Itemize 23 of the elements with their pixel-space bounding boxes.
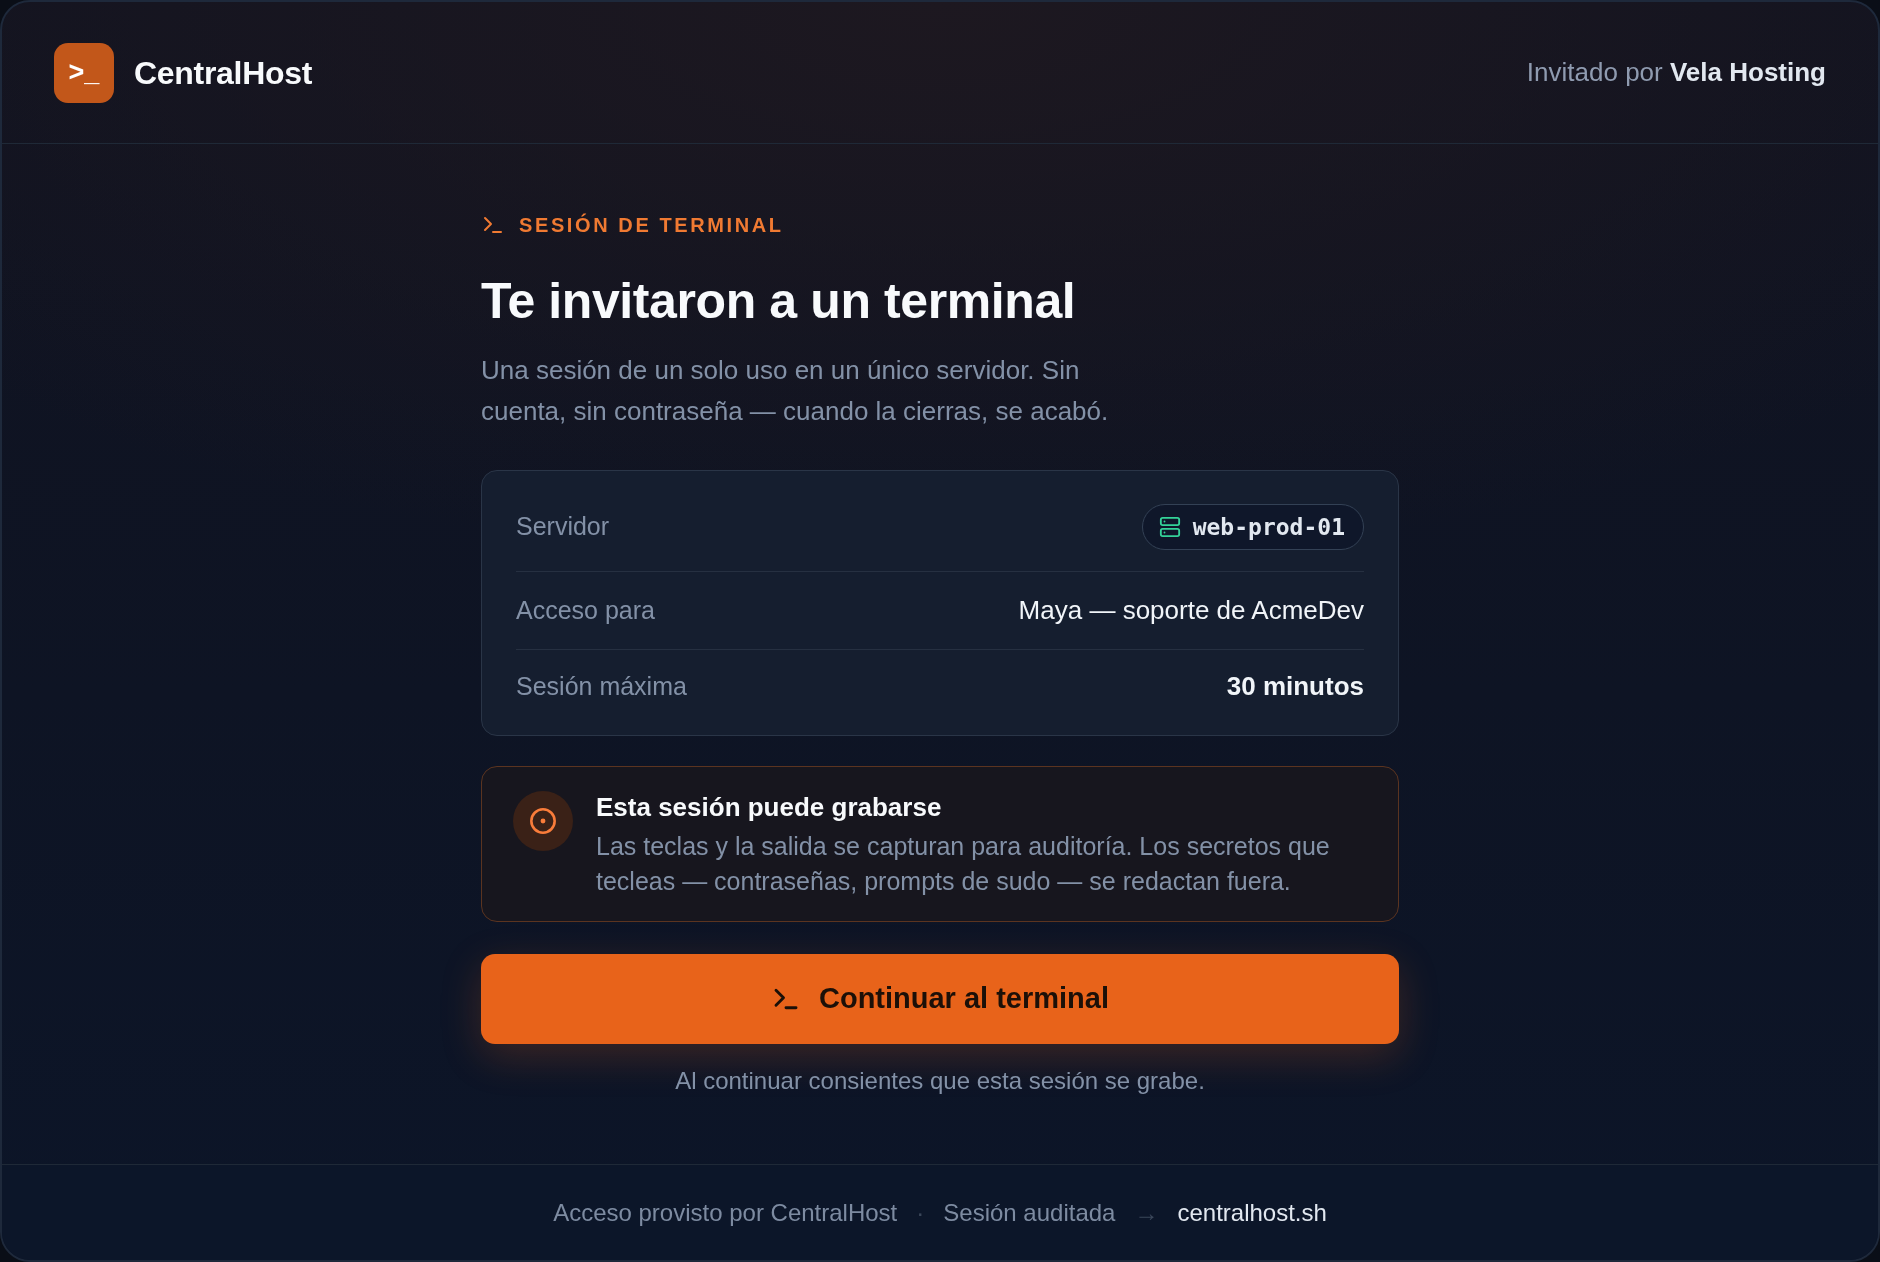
continue-button[interactable]: Continuar al terminal [481,954,1399,1044]
intro-description: Una sesión de un solo uso en un único servidor. Sin cuenta, sin contraseña — cuando la cierras, se acabó. [481,354,1110,428]
record-icon [513,791,573,851]
detail-label: Acceso para [516,594,655,626]
server-name: web-prod-01 [1192,512,1345,542]
consent-note: Al continuar consientes que esta sesión se grabe. [674,1066,1206,1096]
brand-name: CentralHost [134,53,313,93]
detail-value: 30 minutos [1226,670,1364,703]
footer-separator: · [916,1197,925,1228]
detail-value: Maya — soporte de AcmeDev [1018,594,1364,627]
notice-title: Esta sesión puede grabarse [596,791,943,823]
detail-label: Sesión máxima [516,670,687,702]
invited-by-text: Invitado por Vela Hosting [1526,56,1826,89]
footer-text: Sesión auditada [943,1197,1116,1228]
page-title: Te invitaron a un terminal [481,272,1077,330]
eyebrow-label: SESIÓN DE TERMINAL [519,212,784,238]
footer-text: Acceso provisto por CentralHost [553,1197,898,1228]
detail-label: Servidor [516,511,610,543]
notice-body: Las teclas y la salida se capturan para auditoría. Los secretos que tecleas — contraseñas, prompts de sudo — se redactan fuera. [596,831,1331,897]
footer-link[interactable]: centralhost.sh [1177,1194,1327,1231]
logo-tile: >_ [54,42,114,103]
server-icon [1158,516,1181,538]
footer-separator: → [1134,1197,1159,1228]
